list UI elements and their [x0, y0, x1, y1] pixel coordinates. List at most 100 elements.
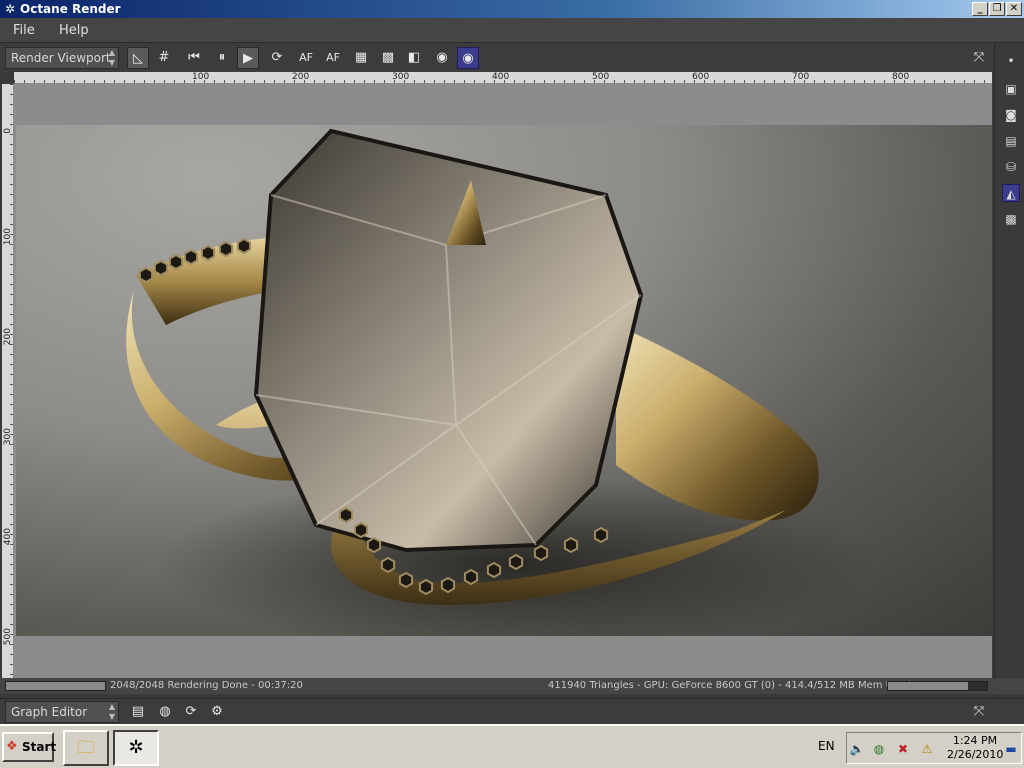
ruler-top-label: 800	[892, 72, 910, 82]
imager-icon: ▩	[1005, 212, 1017, 226]
gpu-info-text: 411940 Triangles - GPU: GeForce 8600 GT …	[548, 680, 911, 691]
ruler-left-label: 100	[3, 228, 13, 246]
combo-arrows-icon: ▲ ▼	[108, 702, 115, 721]
render-toolbar: Render Viewport ▲ ▼ ◺ # ⏮ ⏸ ▶ ⟳ AF AF ▦ ▩ ◧ ◉ ◉ ⤧	[0, 44, 1024, 72]
refresh-node-icon: ⟳	[185, 704, 197, 719]
windows-logo-icon: ❖	[6, 739, 18, 754]
scene-settings-icon: ▤	[1005, 134, 1017, 148]
node-settings-icon: ⚙	[211, 704, 223, 719]
autofocus-picker-icon: AF	[326, 51, 340, 64]
play-button[interactable]: ▶	[237, 47, 259, 69]
clock-date[interactable]: 2/26/2010	[947, 748, 1003, 761]
checker-large-button[interactable]: ◧	[403, 47, 425, 69]
ruler-left-label: 200	[3, 328, 13, 346]
fullscreen-icon: ⤧	[973, 50, 985, 65]
close-button[interactable]: ✕	[1006, 2, 1022, 16]
render-progress-fill	[6, 682, 105, 690]
graph-editor-bar: Graph Editor ▲ ▼ ▤ ◍ ⟳ ⚙ ⤧	[0, 698, 1024, 724]
fullscreen-icon: ⤧	[973, 704, 985, 719]
refresh-button[interactable]: ⟳	[266, 47, 288, 69]
image-button[interactable]: ▣	[1002, 80, 1020, 98]
combo-arrows-icon: ▲ ▼	[108, 48, 115, 67]
material-picker-icon: ◉	[462, 51, 474, 66]
camera-icon: ◙	[1005, 108, 1017, 122]
viewport-select[interactable]: Render Viewport ▲ ▼	[5, 47, 119, 69]
security-alert-icon[interactable]: ✖	[895, 741, 911, 757]
show-desktop-icon[interactable]: ▬	[1003, 741, 1019, 757]
checker-fine-icon: ▦	[354, 50, 368, 65]
clock-time[interactable]: 1:24 PM	[947, 734, 1003, 747]
memory-usage-fill	[888, 682, 969, 690]
ruler-top-label: 700	[792, 72, 810, 82]
warning-icon[interactable]: ⚠	[919, 741, 935, 757]
ruler-top-label: 100	[192, 72, 210, 82]
camera-button[interactable]: ◙	[1002, 106, 1020, 124]
restart-button[interactable]: ⏮	[183, 47, 205, 69]
ruler-horizontal: 100200300400500600700800900	[14, 72, 992, 84]
status-bar: 2048/2048 Rendering Done - 00:37:20 4119…	[0, 678, 1024, 694]
checker-fine-button[interactable]: ▦	[350, 47, 372, 69]
minimize-button[interactable]: _	[972, 2, 988, 16]
image-icon: ▣	[1005, 82, 1017, 96]
checker-medium-button[interactable]: ▩	[377, 47, 399, 69]
region-render-icon: ◉	[436, 50, 448, 65]
material-node-icon: ◍	[159, 704, 171, 719]
ruler-top-label: 200	[292, 72, 310, 82]
start-button[interactable]: ❖ Start	[2, 732, 56, 762]
dot-icon: •	[1007, 54, 1015, 68]
windows-taskbar: ❖ Start 🗀 ✲ EN 🔈 ◍ ✖ ⚠ 1:24 PM 2/26/2010…	[0, 724, 1024, 768]
graph-fullscreen-button[interactable]: ⤧	[968, 701, 990, 723]
window-title-bar[interactable]: ✲ Octane Render _ ❐ ✕	[0, 0, 1024, 18]
autofocus-picker-button[interactable]: AF	[322, 47, 344, 69]
ruler-top-label: 400	[492, 72, 510, 82]
database-button[interactable]: ⛁	[1002, 158, 1020, 176]
window-title: Octane Render	[20, 2, 121, 16]
load-node-button[interactable]: ▤	[127, 701, 149, 723]
dot-button[interactable]: •	[1002, 52, 1020, 70]
graph-editor-select[interactable]: Graph Editor ▲ ▼	[5, 701, 119, 723]
graph-editor-select-value: Graph Editor	[11, 705, 88, 719]
folder-icon: 🗀	[77, 737, 95, 758]
grid-button[interactable]: #	[153, 47, 175, 69]
camera-setup-icon: ◺	[133, 51, 143, 66]
material-picker-button[interactable]: ◉	[457, 47, 479, 69]
scene-settings-button[interactable]: ▤	[1002, 132, 1020, 150]
database-icon: ⛁	[1005, 160, 1017, 174]
render-status-text: 2048/2048 Rendering Done - 00:37:20	[110, 680, 303, 691]
grid-icon: #	[158, 50, 170, 65]
explorer-task-button[interactable]: 🗀	[63, 730, 109, 766]
environment-button[interactable]: ◭	[1002, 184, 1020, 202]
viewport-select-value: Render Viewport	[11, 51, 111, 65]
refresh-icon: ⟳	[271, 50, 283, 65]
restore-button[interactable]: ❐	[989, 2, 1005, 16]
render-image[interactable]	[16, 125, 992, 636]
load-node-icon: ▤	[131, 704, 145, 719]
environment-icon: ◭	[1006, 187, 1016, 201]
volume-icon[interactable]: 🔈	[849, 741, 865, 757]
refresh-node-button[interactable]: ⟳	[180, 701, 202, 723]
menu-file[interactable]: File	[13, 23, 35, 38]
ruler-top-label: 500	[592, 72, 610, 82]
play-icon: ▶	[243, 51, 253, 66]
render-progress-bar	[5, 681, 106, 691]
viewport-fullscreen-button[interactable]: ⤧	[968, 47, 990, 69]
menu-help[interactable]: Help	[59, 23, 89, 38]
material-node-button[interactable]: ◍	[154, 701, 176, 723]
ruler-left-label: 300	[3, 428, 13, 446]
language-indicator[interactable]: EN	[818, 739, 835, 753]
pause-button[interactable]: ⏸	[211, 47, 233, 69]
pause-icon: ⏸	[218, 50, 226, 65]
network-icon[interactable]: ◍	[871, 741, 887, 757]
octane-task-button[interactable]: ✲	[113, 730, 159, 766]
imager-button[interactable]: ▩	[1002, 210, 1020, 228]
octane-logo-icon: ✲	[4, 2, 16, 16]
node-settings-button[interactable]: ⚙	[206, 701, 228, 723]
ruler-top-label: 600	[692, 72, 710, 82]
ruler-vertical: 0 100 200 300 400 500	[2, 84, 14, 678]
render-viewport[interactable]	[14, 84, 992, 678]
region-render-button[interactable]: ◉	[431, 47, 453, 69]
restart-icon: ⏮	[188, 50, 200, 65]
autofocus-button[interactable]: AF	[295, 47, 317, 69]
camera-setup-button[interactable]: ◺	[127, 47, 149, 69]
menu-bar: File Help	[0, 18, 1024, 43]
